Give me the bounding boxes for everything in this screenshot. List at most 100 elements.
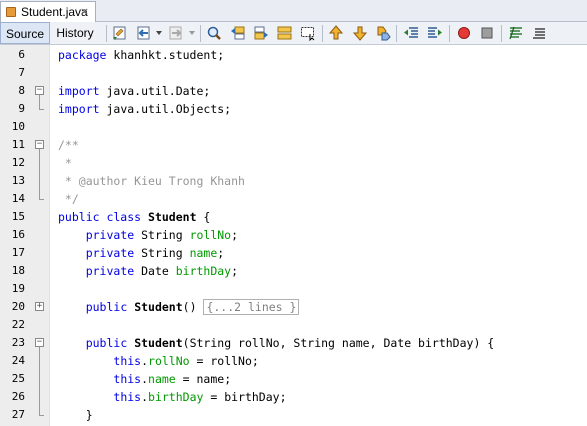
code-token: Date <box>134 264 176 278</box>
code-token: this <box>113 390 142 404</box>
toggle-bookmark-icon[interactable] <box>375 25 391 41</box>
code-line[interactable]: 14 */ <box>0 190 587 208</box>
code-line[interactable]: 20 + public Student() {...2 lines } <box>0 298 587 316</box>
code-token: { <box>196 210 211 224</box>
toggle-highlight-icon[interactable] <box>300 25 316 41</box>
collapse-fold-icon[interactable]: − <box>35 140 44 149</box>
code-line[interactable]: 12 * <box>0 154 587 172</box>
code-text: */ <box>58 190 79 208</box>
code-token: name <box>189 246 218 260</box>
find-icon[interactable] <box>206 25 222 41</box>
shift-left-icon[interactable] <box>403 25 419 41</box>
code-token: . <box>141 354 149 368</box>
code-line[interactable]: 15 public class Student { <box>0 208 587 226</box>
code-line[interactable]: 13 * @author Kieu Trong Khanh <box>0 172 587 190</box>
code-token: birthDay <box>175 264 232 278</box>
line-number: 7 <box>18 66 25 79</box>
code-text: public class Student { <box>58 208 210 226</box>
code-token: Student <box>134 300 183 314</box>
code-token: java.util.Objects; <box>99 102 232 116</box>
code-token: . <box>141 390 149 404</box>
code-token: ; <box>231 264 239 278</box>
code-line[interactable]: 27 } <box>0 406 587 424</box>
line-number: 11 <box>11 138 25 151</box>
line-number: 10 <box>11 120 25 133</box>
code-text: public Student(String rollNo, String nam… <box>58 334 495 352</box>
code-line[interactable]: 6 package khanhkt.student; <box>0 46 587 64</box>
code-line[interactable]: 19 <box>0 280 587 298</box>
collapse-fold-icon[interactable]: − <box>35 338 44 347</box>
code-line[interactable]: 17 private String name; <box>0 244 587 262</box>
code-token: * <box>58 156 72 170</box>
code-line[interactable]: 23 − public Student(String rollNo, String… <box>0 334 587 352</box>
file-tab-student-java[interactable]: Student.java × <box>0 1 96 22</box>
last-edit-icon[interactable] <box>112 25 128 41</box>
code-token: package <box>58 48 107 62</box>
code-token: (String rollNo, String name, Date birthD… <box>182 336 495 350</box>
find-next-icon[interactable] <box>253 25 269 41</box>
toolbar-separator <box>200 25 201 42</box>
line-number: 25 <box>11 372 25 385</box>
code-token: () <box>182 300 204 314</box>
find-previous-icon[interactable] <box>230 25 246 41</box>
code-text: * <box>58 154 72 172</box>
line-number: 23 <box>11 336 25 349</box>
code-token: this <box>113 372 142 386</box>
code-line[interactable]: 16 private String rollNo; <box>0 226 587 244</box>
code-text: package khanhkt.student; <box>58 46 224 64</box>
back-icon[interactable] <box>136 25 152 41</box>
line-number: 17 <box>11 246 25 259</box>
code-text: private String name; <box>58 244 225 262</box>
comment-icon[interactable] <box>508 25 524 41</box>
code-line[interactable]: 22 <box>0 316 587 334</box>
previous-bookmark-icon[interactable] <box>328 25 344 41</box>
back-dropdown-icon[interactable] <box>156 31 162 35</box>
code-token: public <box>85 300 128 314</box>
code-token: Student <box>148 210 197 224</box>
code-line[interactable]: 10 <box>0 118 587 136</box>
code-token: khanhkt.student; <box>106 48 225 62</box>
history-tab[interactable]: History <box>50 22 100 44</box>
folded-code-block[interactable]: {...2 lines } <box>203 299 300 315</box>
close-tab-icon[interactable]: × <box>78 5 91 18</box>
stop-macro-icon[interactable] <box>479 25 495 41</box>
line-number: 15 <box>11 210 25 223</box>
code-token: birthDay <box>148 390 204 404</box>
code-editor[interactable]: 6 package khanhkt.student; 7 8 − import java.… <box>0 45 587 426</box>
code-token: } <box>58 408 93 422</box>
editor-toolbar: Source History <box>0 22 587 45</box>
uncomment-icon[interactable] <box>531 25 547 41</box>
line-number: 18 <box>11 264 25 277</box>
code-line[interactable]: 11 − /** <box>0 136 587 154</box>
code-line[interactable]: 24 this.rollNo = rollNo; <box>0 352 587 370</box>
code-text: this.name = name; <box>58 370 231 388</box>
code-text: private Date birthDay; <box>58 262 238 280</box>
start-macro-icon[interactable] <box>456 25 472 41</box>
source-tab[interactable]: Source <box>0 22 50 44</box>
code-token: public <box>85 336 128 350</box>
code-line[interactable]: 7 <box>0 64 587 82</box>
expand-fold-icon[interactable]: + <box>35 302 44 311</box>
next-bookmark-icon[interactable] <box>352 25 368 41</box>
code-line[interactable]: 8 − import java.util.Date; <box>0 82 587 100</box>
code-token: . <box>141 372 149 386</box>
code-token: private <box>85 246 135 260</box>
collapse-fold-icon[interactable]: − <box>35 86 44 95</box>
find-selection-icon[interactable] <box>277 25 293 41</box>
code-token: = rollNo; <box>189 354 259 368</box>
code-text: /** <box>58 136 79 154</box>
code-line[interactable]: 18 private Date birthDay; <box>0 262 587 280</box>
line-number: 19 <box>11 282 25 295</box>
line-number: 26 <box>11 390 25 403</box>
code-token: import <box>58 102 100 116</box>
code-line[interactable]: 9 import java.util.Objects; <box>0 100 587 118</box>
code-token: = birthDay; <box>203 390 287 404</box>
code-token: ; <box>231 228 239 242</box>
java-file-icon <box>6 7 16 17</box>
editor-tab-strip: Student.java × <box>0 0 587 22</box>
shift-right-icon[interactable] <box>427 25 443 41</box>
code-line[interactable]: 26 this.birthDay = birthDay; <box>0 388 587 406</box>
code-line[interactable]: 25 this.name = name; <box>0 370 587 388</box>
